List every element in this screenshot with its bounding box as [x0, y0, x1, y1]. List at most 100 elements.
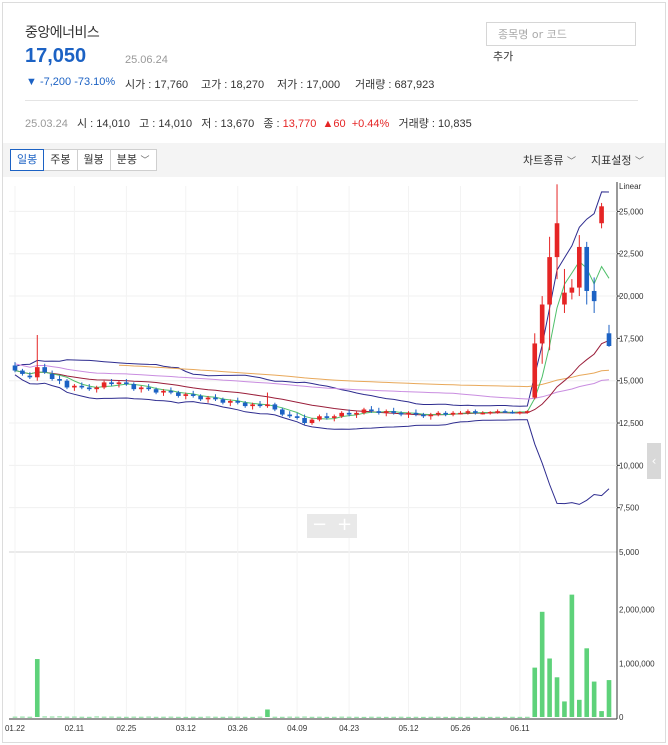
volume-bar [287, 716, 293, 718]
volume-bar [27, 716, 33, 718]
panel-toggle-handle[interactable]: ‹ [647, 443, 661, 479]
candle-body [124, 382, 129, 385]
volume-bar [324, 716, 330, 718]
x-tick-label: 03.26 [228, 724, 249, 733]
zoom-control: − + [307, 514, 357, 538]
candle-body [265, 404, 270, 407]
candle-body [302, 417, 307, 424]
candle-body [569, 287, 575, 293]
volume-bar [34, 659, 40, 717]
volume-bar [465, 716, 471, 718]
candle-body [450, 412, 456, 415]
candle-body [398, 412, 404, 415]
candle-body [190, 394, 196, 396]
volume-bar [391, 716, 396, 718]
volume-bar [72, 716, 77, 718]
volume-bar [12, 716, 18, 718]
candle-body [406, 412, 411, 415]
volume-bar [539, 611, 545, 717]
candle-body [465, 411, 471, 413]
candle-body [480, 412, 486, 415]
volume-bar [495, 716, 500, 718]
volume-bar [413, 716, 419, 718]
candle-body [309, 419, 315, 424]
volume-bar [183, 716, 189, 718]
volume-bar [421, 716, 426, 718]
price-tick-label: 7,500 [619, 504, 640, 513]
volume-bar [317, 716, 322, 718]
candle-body [79, 385, 85, 388]
volume-bar [383, 716, 389, 718]
volume-bar [502, 716, 508, 718]
x-tick-label: 06.11 [510, 724, 530, 733]
candle-body [383, 411, 389, 413]
volume-bar [49, 716, 55, 718]
candle-body [101, 382, 107, 388]
candlestick-chart[interactable]: Linear 25,000 22,500 20,000 17,500 15,000 12,5… [0, 0, 668, 745]
volume-bar [161, 716, 166, 718]
candle-body [473, 411, 478, 413]
volume-bar [302, 716, 307, 718]
volume-bar [265, 709, 270, 717]
volume-bar [428, 716, 434, 718]
x-tick-label: 04.09 [287, 724, 308, 733]
candle-body [331, 416, 337, 418]
candle-body [606, 333, 612, 346]
candle-body [435, 412, 441, 415]
volume-bar [458, 716, 463, 718]
candle-body [554, 223, 560, 258]
candle-body [49, 373, 55, 380]
volume-bar [591, 681, 597, 717]
price-tick-label: 25,000 [619, 207, 644, 216]
candle-body [235, 401, 241, 403]
volume-bar [331, 716, 337, 718]
volume-bar [228, 716, 233, 718]
volume-bar [576, 699, 582, 717]
volume-bar [354, 716, 359, 718]
candle-body [525, 411, 530, 413]
x-tick-label: 01.22 [5, 724, 26, 733]
price-tick-label: 22,500 [619, 250, 644, 259]
candle-body [168, 390, 174, 393]
candle-body [361, 409, 367, 413]
candle-body [64, 380, 70, 388]
candle-body [413, 412, 419, 415]
candle-body [421, 414, 426, 417]
x-tick-label: 02.25 [116, 724, 137, 733]
candle-body [517, 412, 523, 414]
zoom-in-button[interactable]: + [332, 514, 357, 538]
candle-body [161, 390, 166, 393]
x-tick-label: 04.23 [339, 724, 360, 733]
candle-body [591, 290, 597, 302]
volume-bar [450, 716, 456, 718]
candle-body [34, 367, 40, 378]
candle-body [131, 384, 137, 390]
candle-body [458, 412, 463, 415]
volume-bar [517, 716, 523, 718]
candle-body [576, 246, 582, 288]
volume-bar [213, 716, 218, 718]
volume-bar [443, 716, 448, 718]
volume-bar [309, 716, 315, 718]
volume-bar [480, 716, 486, 718]
volume-bar [257, 716, 263, 718]
volume-bar [376, 716, 382, 718]
volume-bar [473, 716, 478, 718]
volume-tick-label: 0 [619, 713, 624, 722]
candle-body [257, 404, 263, 407]
tab-daily[interactable]: 일봉 [10, 149, 45, 171]
volume-bar [190, 716, 196, 718]
candle-body [57, 379, 62, 381]
candle-body [12, 365, 18, 371]
candle-body [391, 411, 396, 413]
volume-bar [369, 716, 374, 718]
zoom-out-button[interactable]: − [307, 514, 332, 538]
candle-body [539, 304, 545, 344]
candle-body [138, 387, 144, 390]
volume-bar [250, 716, 255, 718]
volume-bar [86, 716, 92, 718]
candle-body [369, 409, 374, 412]
volume-bar [599, 711, 604, 717]
volume-bar [57, 716, 62, 718]
candle-body [94, 387, 99, 390]
